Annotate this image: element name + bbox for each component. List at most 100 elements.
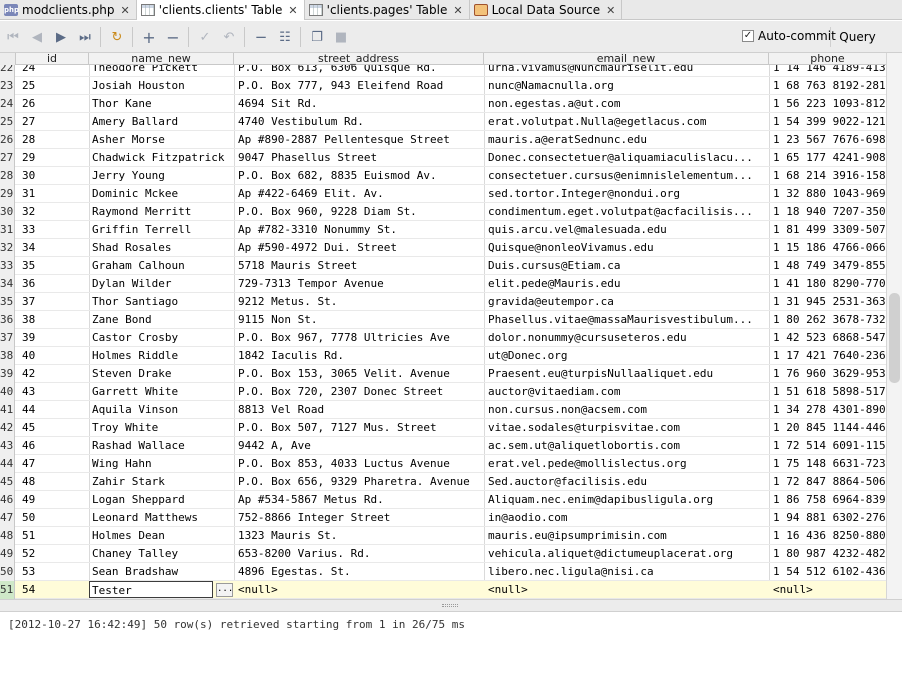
- cell-email[interactable]: Quisque@nonleoVivamus.edu: [486, 239, 768, 257]
- previous-row-icon[interactable]: ◀: [28, 28, 46, 46]
- column-header-phone[interactable]: phone: [769, 53, 886, 65]
- cell-id[interactable]: 46: [20, 437, 88, 455]
- auto-commit-checkbox[interactable]: ✓: [742, 30, 754, 42]
- table-row[interactable]: 34 36 Dylan Wilder 729-7313 Tempor Avenue el…: [0, 275, 886, 293]
- cell-id[interactable]: 33: [20, 221, 88, 239]
- cell-phone[interactable]: 1 65 177 4241-908: [771, 149, 886, 167]
- cell-name[interactable]: Troy White: [90, 419, 234, 437]
- cell-name[interactable]: Zahir Stark: [90, 473, 234, 491]
- cell-name[interactable]: Logan Sheppard: [90, 491, 234, 509]
- cell-addr[interactable]: Ap #534-5867 Metus Rd.: [236, 491, 484, 509]
- cell-email[interactable]: erat.vel.pede@mollislectus.org: [486, 455, 768, 473]
- cell-addr[interactable]: 5718 Mauris Street: [236, 257, 484, 275]
- cell-phone[interactable]: 1 75 148 6631-723: [771, 455, 886, 473]
- cell-id[interactable]: 43: [20, 383, 88, 401]
- splitter-grip-icon[interactable]: [442, 604, 458, 607]
- cell-name[interactable]: Holmes Riddle: [90, 347, 234, 365]
- cell-email[interactable]: mauris.a@eratSednunc.edu: [486, 131, 768, 149]
- cell-phone[interactable]: 1 23 567 7676-698: [771, 131, 886, 149]
- auto-commit-toggle[interactable]: ✓ Auto-commit: [742, 29, 836, 43]
- cell-phone[interactable]: <null>: [771, 581, 886, 599]
- close-icon[interactable]: ✕: [453, 4, 462, 17]
- cell-email[interactable]: Donec.consectetuer@aliquamiaculislacu...: [486, 149, 768, 167]
- cell-addr[interactable]: 4740 Vestibulum Rd.: [236, 113, 484, 131]
- cell-name[interactable]: Zane Bond: [90, 311, 234, 329]
- cell-id[interactable]: 37: [20, 293, 88, 311]
- table-row[interactable]: 43 46 Rashad Wallace 9442 A, Ave ac.sem.ut@a…: [0, 437, 886, 455]
- cell-name[interactable]: Griffin Terrell: [90, 221, 234, 239]
- table-row[interactable]: 37 39 Castor Crosby P.O. Box 967, 7778 Ultr…: [0, 329, 886, 347]
- column-header-email-new[interactable]: email_new: [484, 53, 769, 65]
- cell-addr[interactable]: 653-8200 Varius. Rd.: [236, 545, 484, 563]
- cell-phone[interactable]: 1 48 749 3479-855: [771, 257, 886, 275]
- cell-id[interactable]: 31: [20, 185, 88, 203]
- table-row[interactable]: 30 32 Raymond Merritt P.O. Box 960, 9228 Di…: [0, 203, 886, 221]
- save-icon[interactable]: ■: [332, 28, 350, 46]
- close-icon[interactable]: ✕: [288, 4, 297, 17]
- cell-email[interactable]: erat.volutpat.Nulla@egetlacus.com: [486, 113, 768, 131]
- cell-phone[interactable]: 1 31 945 2531-363: [771, 293, 886, 311]
- cell-name[interactable]: Raymond Merritt: [90, 203, 234, 221]
- cell-name[interactable]: Leonard Matthews: [90, 509, 234, 527]
- cell-email[interactable]: elit.pede@Mauris.edu: [486, 275, 768, 293]
- table-row[interactable]: 44 47 Wing Hahn P.O. Box 853, 4033 Luctus A…: [0, 455, 886, 473]
- copy-icon[interactable]: ❐: [308, 28, 326, 46]
- close-icon[interactable]: ✕: [606, 4, 615, 17]
- cell-phone[interactable]: 1 72 847 8864-506: [771, 473, 886, 491]
- cell-addr[interactable]: 4694 Sit Rd.: [236, 95, 484, 113]
- cell-email[interactable]: libero.nec.ligula@nisi.ca: [486, 563, 768, 581]
- cell-phone[interactable]: 1 15 186 4766-066: [771, 239, 886, 257]
- table-row[interactable]: 42 45 Troy White P.O. Box 507, 7127 Mus. St…: [0, 419, 886, 437]
- cell-id[interactable]: 35: [20, 257, 88, 275]
- table-row[interactable]: 31 33 Griffin Terrell Ap #782-3310 Nonummy …: [0, 221, 886, 239]
- cell-email[interactable]: non.egestas.a@ut.com: [486, 95, 768, 113]
- cell-phone[interactable]: 1 80 987 4232-482: [771, 545, 886, 563]
- cell-id[interactable]: 30: [20, 167, 88, 185]
- revert-icon[interactable]: ↶: [220, 28, 238, 46]
- cell-phone[interactable]: 1 94 881 6302-276: [771, 509, 886, 527]
- cell-name[interactable]: Shad Rosales: [90, 239, 234, 257]
- cell-addr[interactable]: 9442 A, Ave: [236, 437, 484, 455]
- view-settings-icon[interactable]: ☷: [276, 28, 294, 46]
- cell-phone[interactable]: 1 76 960 3629-953: [771, 365, 886, 383]
- cell-email[interactable]: Aliquam.nec.enim@dapibusligula.org: [486, 491, 768, 509]
- cell-name[interactable]: Chaney Talley: [90, 545, 234, 563]
- tab-clients-clients-table[interactable]: 'clients.clients' Table ✕: [136, 0, 305, 20]
- table-row[interactable]: 40 43 Garrett White P.O. Box 720, 2307 Done…: [0, 383, 886, 401]
- cell-addr[interactable]: 1323 Mauris St.: [236, 527, 484, 545]
- cell-phone[interactable]: 1 34 278 4301-890: [771, 401, 886, 419]
- cell-addr[interactable]: Ap #782-3310 Nonummy St.: [236, 221, 484, 239]
- cell-email[interactable]: mauris.eu@ipsumprimisin.com: [486, 527, 768, 545]
- cell-phone[interactable]: 1 51 618 5898-517: [771, 383, 886, 401]
- cell-name[interactable]: Steven Drake: [90, 365, 234, 383]
- open-editor-button[interactable]: ...: [216, 583, 233, 597]
- cell-name[interactable]: Sean Bradshaw: [90, 563, 234, 581]
- cell-name[interactable]: Holmes Dean: [90, 527, 234, 545]
- table-row[interactable]: 29 31 Dominic Mckee Ap #422-6469 Elit. Av. s…: [0, 185, 886, 203]
- tab-modclients-php[interactable]: php modclients.php ✕: [0, 0, 137, 20]
- tab-clients-pages-table[interactable]: 'clients.pages' Table ✕: [305, 0, 470, 20]
- table-row[interactable]: 25 27 Amery Ballard 4740 Vestibulum Rd. erat…: [0, 113, 886, 131]
- cell-id[interactable]: 47: [20, 455, 88, 473]
- cell-addr[interactable]: 8813 Vel Road: [236, 401, 484, 419]
- cell-phone[interactable]: 1 56 223 1093-812: [771, 95, 886, 113]
- cell-phone[interactable]: 1 20 845 1144-446: [771, 419, 886, 437]
- cell-phone[interactable]: 1 54 512 6102-436: [771, 563, 886, 581]
- cell-id[interactable]: 26: [20, 95, 88, 113]
- cell-addr[interactable]: Ap #590-4972 Dui. Street: [236, 239, 484, 257]
- cell-email[interactable]: auctor@vitaediam.com: [486, 383, 768, 401]
- table-row[interactable]: 49 52 Chaney Talley 653-8200 Varius. Rd. veh…: [0, 545, 886, 563]
- cell-name[interactable]: Thor Santiago: [90, 293, 234, 311]
- cell-id[interactable]: 27: [20, 113, 88, 131]
- cell-id[interactable]: 44: [20, 401, 88, 419]
- cell-addr[interactable]: 752-8866 Integer Street: [236, 509, 484, 527]
- cell-addr[interactable]: P.O. Box 777, 943 Eleifend Road: [236, 77, 484, 95]
- cell-addr[interactable]: P.O. Box 507, 7127 Mus. Street: [236, 419, 484, 437]
- cell-email[interactable]: dolor.nonummy@cursuseteros.edu: [486, 329, 768, 347]
- cell-id[interactable]: 45: [20, 419, 88, 437]
- table-row[interactable]: 48 51 Holmes Dean 1323 Mauris St. mauris.eu@…: [0, 527, 886, 545]
- cell-email[interactable]: ac.sem.ut@aliquetlobortis.com: [486, 437, 768, 455]
- cell-email[interactable]: <null>: [486, 581, 768, 599]
- cell-addr[interactable]: Ap #890-2887 Pellentesque Street: [236, 131, 484, 149]
- cell-addr[interactable]: P.O. Box 960, 9228 Diam St.: [236, 203, 484, 221]
